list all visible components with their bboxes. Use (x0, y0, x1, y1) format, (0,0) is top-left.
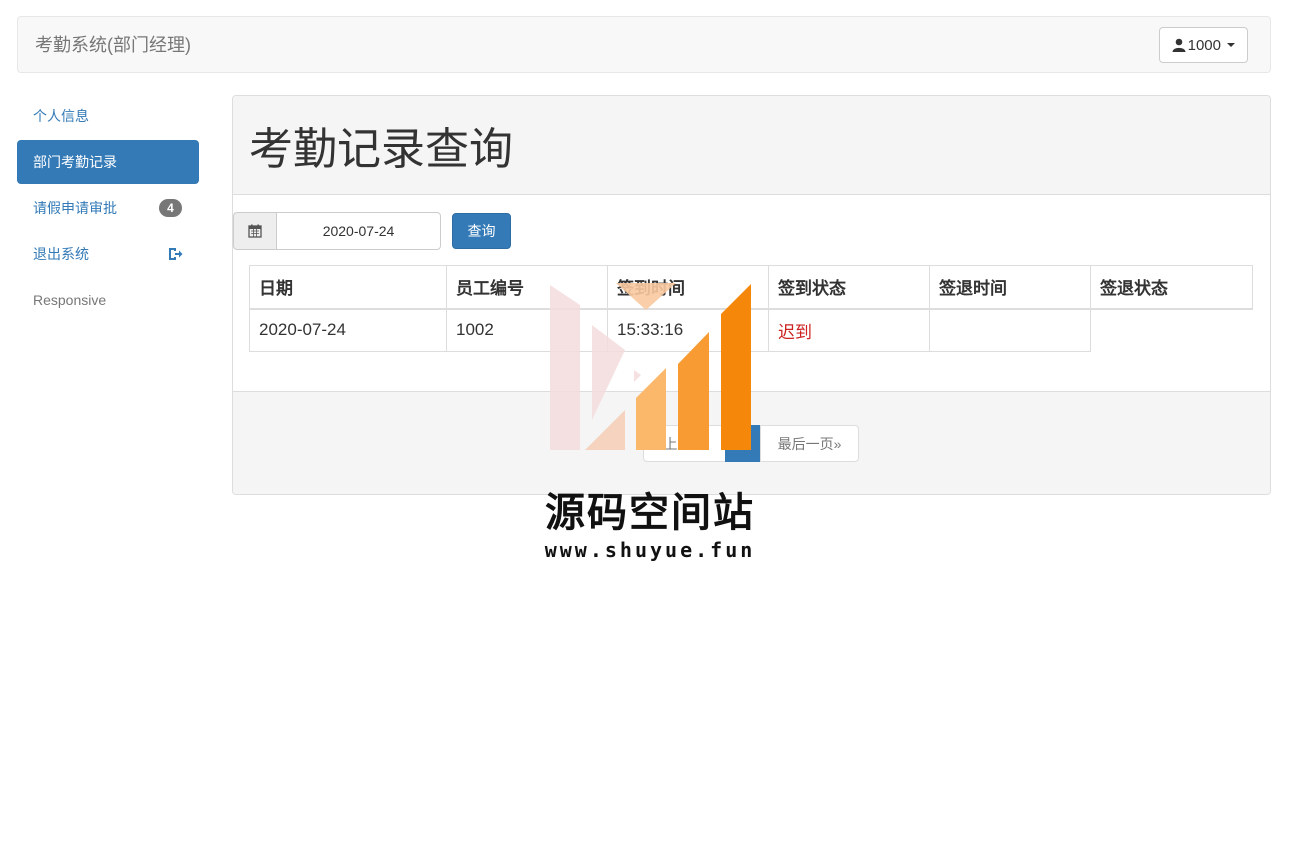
panel-footer: 上一页 最后一页» (233, 391, 1270, 494)
table-row: 2020-07-24 1002 15:33:16 迟到 (249, 308, 1253, 352)
sidebar-item-label: 个人信息 (33, 108, 89, 124)
column-header-checkout-time: 签退时间 (929, 265, 1091, 310)
current-page-link[interactable] (725, 425, 761, 462)
page-title: 考勤记录查询 (249, 125, 513, 174)
attendance-table: 日期 员工编号 签到时间 签到状态 签退时间 签退状态 2020-07-24 1… (249, 265, 1253, 352)
prev-page-link[interactable]: 上一页 (643, 425, 726, 462)
user-icon (1172, 38, 1186, 52)
user-menu-button[interactable]: 1000 (1158, 27, 1248, 63)
column-header-checkin-status: 签到状态 (768, 265, 930, 310)
column-header-date: 日期 (249, 265, 447, 310)
watermark-url: www.shuyue.fun (544, 538, 756, 562)
cell-checkout-status (1091, 309, 1253, 352)
pagination: 上一页 最后一页» (643, 425, 859, 462)
query-button[interactable]: 查询 (452, 213, 511, 249)
cell-checkout-time (929, 308, 1091, 352)
sidebar-item-label: 退出系统 (33, 246, 89, 262)
cell-checkin-time: 15:33:16 (607, 308, 769, 352)
logout-icon (169, 248, 183, 260)
sidebar: 个人信息 部门考勤记录 请假申请审批 4 退出系统 Responsive (17, 94, 199, 324)
cell-date: 2020-07-24 (249, 308, 447, 352)
user-menu-label: 1000 (1187, 36, 1221, 54)
sidebar-item-dept-attendance[interactable]: 部门考勤记录 (17, 140, 199, 184)
sidebar-item-leave-approval[interactable]: 请假申请审批 4 (17, 186, 199, 230)
last-page-link[interactable]: 最后一页» (760, 425, 859, 462)
attendance-panel: 考勤记录查询 查询 日期 员工编号 签到时间 签到状态 签退时间 签退状态 (232, 95, 1271, 495)
sidebar-item-label: 部门考勤记录 (33, 154, 117, 170)
column-header-checkout-status: 签退状态 (1090, 265, 1253, 310)
top-navbar: 考勤系统(部门经理) 1000 (17, 16, 1271, 73)
column-header-checkin-time: 签到时间 (607, 265, 769, 310)
sidebar-item-profile[interactable]: 个人信息 (17, 94, 199, 138)
pending-count-badge: 4 (159, 199, 182, 217)
panel-heading: 考勤记录查询 (233, 96, 1270, 195)
sidebar-item-responsive: Responsive (17, 278, 199, 322)
date-addon[interactable] (233, 212, 276, 250)
cell-employee-id: 1002 (446, 308, 608, 352)
sidebar-item-logout[interactable]: 退出系统 (17, 232, 199, 276)
cell-checkin-status: 迟到 (768, 308, 930, 352)
date-search-row: 查询 (233, 212, 511, 250)
table-header-row: 日期 员工编号 签到时间 签到状态 签退时间 签退状态 (249, 265, 1253, 310)
sidebar-item-label: Responsive (33, 292, 107, 308)
date-input[interactable] (276, 212, 441, 250)
caret-down-icon (1227, 43, 1235, 47)
calendar-icon (248, 224, 262, 238)
column-header-employee-id: 员工编号 (446, 265, 608, 310)
sidebar-item-label: 请假申请审批 (33, 200, 117, 216)
app-brand[interactable]: 考勤系统(部门经理) (35, 35, 191, 55)
